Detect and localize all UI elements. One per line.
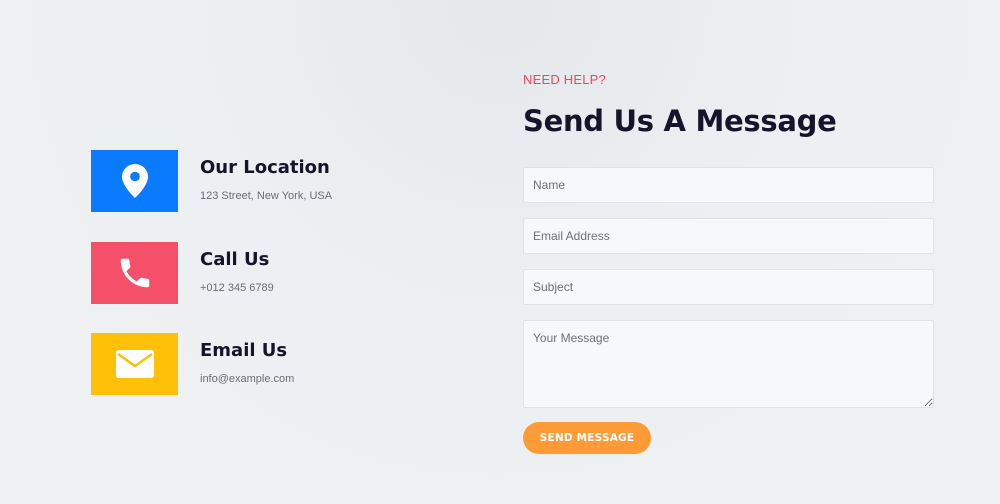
subject-input[interactable] — [523, 269, 934, 305]
email-input[interactable] — [523, 218, 934, 254]
location-title: Our Location — [200, 157, 330, 178]
location-icon-box — [91, 150, 178, 212]
call-icon-box — [91, 242, 178, 304]
email-title: Email Us — [200, 340, 288, 361]
map-pin-icon — [121, 164, 148, 198]
email-icon-box — [91, 333, 178, 395]
contact-item-email: Email Us info@example.com — [91, 333, 431, 395]
call-title: Call Us — [200, 249, 270, 270]
location-text: 123 Street, New York, USA — [200, 190, 333, 202]
name-input[interactable] — [523, 167, 934, 203]
contact-item-location: Our Location 123 Street, New York, USA — [91, 150, 431, 212]
call-text: +012 345 6789 — [200, 282, 274, 294]
form-heading: Send Us A Message — [523, 104, 837, 138]
envelope-icon — [115, 350, 154, 378]
email-text: info@example.com — [200, 373, 295, 385]
send-message-button[interactable]: SEND MESSAGE — [523, 422, 651, 454]
form-eyebrow: NEED HELP? — [523, 72, 606, 87]
message-textarea[interactable] — [523, 320, 934, 408]
contact-item-call: Call Us +012 345 6789 — [91, 242, 431, 304]
phone-icon — [120, 258, 149, 288]
